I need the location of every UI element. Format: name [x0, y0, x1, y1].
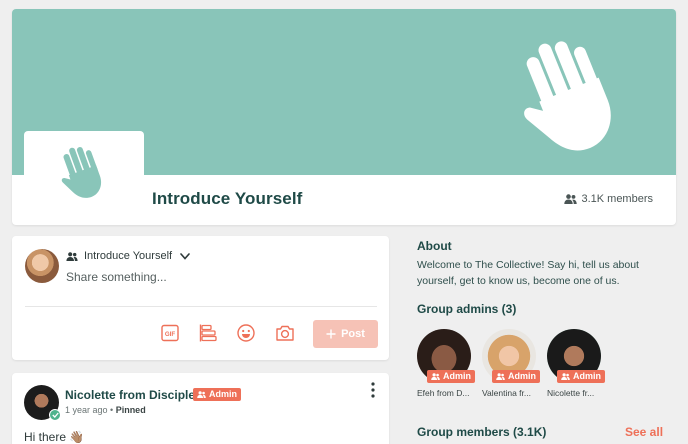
- admin-card[interactable]: Admin Efeh from D...: [417, 329, 477, 401]
- admin-name: Efeh from D...: [417, 388, 470, 398]
- camera-icon: [276, 325, 294, 341]
- more-options-icon[interactable]: [371, 382, 375, 398]
- see-all-link[interactable]: See all: [625, 425, 663, 439]
- svg-text:GIF: GIF: [165, 331, 176, 338]
- pinned-label: Pinned: [115, 405, 146, 415]
- post-button-label: Post: [341, 328, 365, 340]
- admin-badge: Admin: [492, 370, 540, 383]
- group-avatar: [24, 131, 144, 225]
- camera-button[interactable]: [275, 323, 295, 343]
- poll-icon: [199, 324, 217, 342]
- admin-card[interactable]: Admin Nicolette fr...: [547, 329, 607, 401]
- avatar: [25, 249, 59, 283]
- waving-hand-icon: [524, 41, 611, 151]
- admin-badge-label: Admin: [209, 389, 237, 399]
- about-text: Welcome to The Collective! Say hi, tell …: [417, 259, 639, 287]
- admin-badge: Admin: [427, 370, 475, 383]
- poll-button[interactable]: [198, 323, 218, 343]
- admin-badge-label: Admin: [508, 371, 536, 381]
- verified-icon: [49, 409, 61, 421]
- people-icon: [197, 391, 206, 398]
- plus-icon: [326, 329, 336, 339]
- share-input[interactable]: Share something...: [66, 270, 167, 284]
- people-icon: [66, 251, 78, 261]
- people-icon: [496, 373, 505, 380]
- waving-hand-icon: [61, 147, 102, 198]
- post-author[interactable]: Nicolette from Disciple: [65, 388, 195, 402]
- admin-card[interactable]: Admin Valentina fr...: [482, 329, 542, 401]
- post-meta: 1 year ago • Pinned: [65, 405, 146, 415]
- admin-name: Nicolette fr...: [547, 388, 595, 398]
- admin-badge-label: Admin: [573, 371, 601, 381]
- page-title: Introduce Yourself: [152, 189, 303, 208]
- post-composer: Introduce Yourself Share something... GI…: [12, 236, 389, 360]
- member-count-text: 3.1K members: [581, 193, 653, 205]
- divider: [25, 306, 377, 307]
- people-icon: [431, 373, 440, 380]
- post-button[interactable]: Post: [313, 320, 378, 348]
- pinned-post: Nicolette from Disciple Admin 1 year ago…: [12, 373, 389, 444]
- post-body: Hi there 👋🏽: [24, 430, 85, 444]
- admin-badge: Admin: [557, 370, 605, 383]
- people-icon: [564, 194, 578, 204]
- gif-icon: GIF: [161, 324, 179, 342]
- emoji-icon: [237, 324, 255, 342]
- about-heading: About: [417, 239, 452, 253]
- chevron-down-icon: [180, 252, 190, 260]
- group-selector-label: Introduce Yourself: [84, 250, 173, 262]
- post-time: 1 year ago: [65, 405, 108, 415]
- admin-badge-label: Admin: [443, 371, 471, 381]
- member-count-link[interactable]: 3.1K members: [564, 193, 653, 205]
- group-members-heading: Group members (3.1K): [417, 425, 547, 439]
- emoji-button[interactable]: [236, 323, 256, 343]
- group-selector[interactable]: Introduce Yourself: [66, 250, 190, 262]
- admin-badge: Admin: [193, 388, 241, 401]
- admin-name: Valentina fr...: [482, 388, 531, 398]
- group-admins-heading: Group admins (3): [417, 302, 517, 316]
- people-icon: [561, 373, 570, 380]
- gif-button[interactable]: GIF: [160, 323, 180, 343]
- group-header-card: Introduce Yourself 3.1K members: [12, 9, 676, 225]
